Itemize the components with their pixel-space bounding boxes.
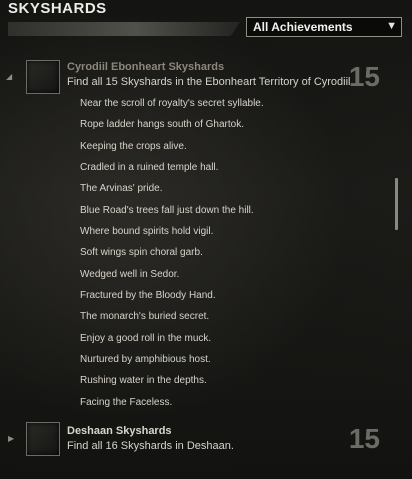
criteria-item: Wedged well in Sedor.: [80, 268, 180, 280]
criteria-item: Rope ladder hangs south of Ghartok.: [80, 119, 244, 131]
criteria-item: The monarch's buried secret.: [80, 311, 210, 323]
achievement-filter-dropdown[interactable]: All Achievements ▼: [246, 17, 402, 37]
achievement-title[interactable]: Deshaan Skyshards: [67, 425, 172, 437]
criteria-item: Rushing water in the depths.: [80, 375, 207, 387]
criteria-item: Blue Road's trees fall just down the hil…: [80, 204, 254, 216]
criteria-item: Soft wings spin choral garb.: [80, 247, 203, 259]
criteria-item: Cradled in a ruined temple hall.: [80, 162, 219, 174]
title-divider: [8, 22, 240, 36]
achievement-cyrodiil-ebonheart[interactable]: [6, 0, 392, 1]
collapse-triangle-icon[interactable]: ◢: [6, 72, 12, 81]
criteria-item: Where bound spirits hold vigil.: [80, 226, 214, 238]
achievement-description: Find all 16 Skyshards in Deshaan.: [67, 440, 234, 452]
filter-selected-value: All Achievements: [253, 20, 353, 34]
scrollbar-thumb[interactable]: [395, 178, 398, 230]
achievement-icon: [26, 60, 60, 94]
criteria-item: Enjoy a good roll in the muck.: [80, 332, 212, 344]
achievement-points: 15: [348, 423, 380, 454]
window-title: SKYSHARDS: [8, 0, 107, 17]
expand-triangle-icon[interactable]: ▶: [8, 434, 14, 443]
criteria-item: Fractured by the Bloody Hand.: [80, 290, 216, 302]
criteria-item: Keeping the crops alive.: [80, 140, 187, 152]
achievement-icon: [26, 422, 60, 456]
criteria-item: The Arvinas' pride.: [80, 183, 163, 195]
criteria-list: Near the scroll of royalty's secret syll…: [80, 96, 264, 416]
criteria-item: Near the scroll of royalty's secret syll…: [80, 98, 264, 109]
criteria-item: Nurtured by amphibious host.: [80, 354, 211, 366]
achievement-title: Cyrodiil Ebonheart Skyshards: [67, 61, 225, 73]
triangle-down-icon: ▼: [386, 20, 397, 32]
achievement-description: Find all 15 Skyshards in the Ebonheart T…: [67, 76, 354, 88]
achievement-points: 15: [348, 61, 380, 92]
criteria-item: Facing the Faceless.: [80, 396, 173, 408]
